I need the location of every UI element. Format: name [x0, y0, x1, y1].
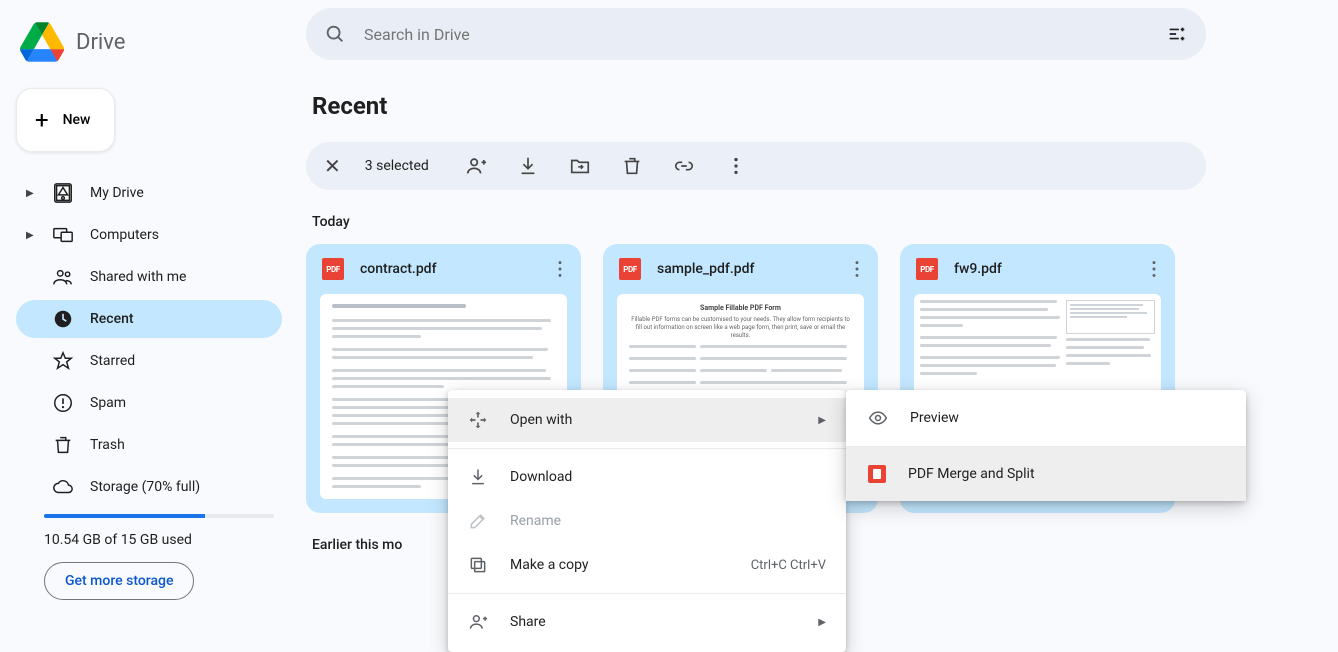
file-name: contract.pdf: [360, 261, 533, 277]
download-icon[interactable]: [517, 155, 539, 177]
nav-label: Shared with me: [90, 269, 186, 285]
nav-list: ▶ My Drive ▶ Computers Shared with me Re…: [16, 174, 282, 506]
file-name: sample_pdf.pdf: [657, 261, 830, 277]
search-icon: [324, 23, 346, 45]
ctx-shortcut: Ctrl+C Ctrl+V: [751, 558, 826, 573]
my-drive-icon: [52, 182, 74, 204]
nav-shared[interactable]: Shared with me: [16, 258, 282, 296]
chevron-right-icon: ▶: [818, 415, 826, 426]
ctx-label: Rename: [510, 513, 561, 529]
selection-toolbar: ✕ 3 selected: [306, 142, 1206, 190]
nav-label: My Drive: [90, 185, 144, 201]
filter-icon[interactable]: [1166, 23, 1188, 45]
cloud-icon: [52, 476, 74, 498]
section-today: Today: [312, 214, 1314, 230]
search-input[interactable]: [364, 25, 1166, 44]
clear-selection-button[interactable]: ✕: [324, 154, 341, 178]
file-more-icon[interactable]: [549, 258, 571, 280]
ctx-open-with[interactable]: Open with ▶: [448, 398, 846, 442]
storage-bar-fill: [44, 514, 205, 518]
nav-my-drive[interactable]: ▶ My Drive: [16, 174, 282, 212]
file-more-icon[interactable]: [846, 258, 868, 280]
new-button-label: New: [63, 112, 91, 128]
plus-icon: +: [35, 108, 49, 132]
pdf-app-icon: [868, 465, 886, 483]
ctx-rename: Rename: [448, 499, 846, 543]
ctx-label: Share: [510, 614, 546, 630]
star-icon: [52, 350, 74, 372]
nav-spam[interactable]: Spam: [16, 384, 282, 422]
ctx-label: PDF Merge and Split: [908, 466, 1035, 482]
thumb-sub: Fillable PDF forms can be customised to …: [629, 316, 852, 339]
spam-icon: [52, 392, 74, 414]
nav-label: Storage (70% full): [90, 479, 200, 495]
nav-label: Recent: [90, 311, 134, 327]
nav-computers[interactable]: ▶ Computers: [16, 216, 282, 254]
app-logo-row[interactable]: Drive: [16, 8, 282, 82]
app-name: Drive: [76, 30, 125, 55]
open-with-icon: [468, 410, 488, 430]
ctx-label: Make a copy: [510, 557, 589, 573]
context-menu: Open with ▶ Download Rename Make a copy …: [448, 390, 846, 652]
more-icon[interactable]: [725, 155, 747, 177]
ctx-pdf-merge[interactable]: PDF Merge and Split: [846, 447, 1246, 501]
ctx-share[interactable]: Share ▶: [448, 600, 846, 644]
pdf-badge-icon: PDF: [619, 258, 641, 280]
ctx-label: Open with: [510, 412, 572, 428]
nav-label: Trash: [90, 437, 125, 453]
search-box[interactable]: [306, 8, 1206, 60]
computers-icon: [52, 224, 74, 246]
pdf-badge-icon: PDF: [322, 258, 344, 280]
rename-icon: [468, 511, 488, 531]
chevron-right-icon: ▶: [26, 188, 36, 199]
link-icon[interactable]: [673, 155, 695, 177]
chevron-right-icon: ▶: [26, 230, 36, 241]
nav-starred[interactable]: Starred: [16, 342, 282, 380]
ctx-download[interactable]: Download: [448, 455, 846, 499]
storage-used-text: 10.54 GB of 15 GB used: [44, 532, 274, 548]
recent-icon: [52, 308, 74, 330]
get-storage-button[interactable]: Get more storage: [44, 562, 194, 600]
shared-icon: [52, 266, 74, 288]
download-icon: [468, 467, 488, 487]
nav-label: Starred: [90, 353, 135, 369]
drive-logo-icon: [20, 22, 64, 62]
sidebar: Drive + New ▶ My Drive ▶ Computers Share…: [0, 0, 290, 632]
move-icon[interactable]: [569, 155, 591, 177]
page-title: Recent: [312, 92, 1314, 120]
chevron-right-icon: ▶: [818, 617, 826, 628]
nav-storage[interactable]: Storage (70% full): [16, 468, 282, 506]
storage-meter: 10.54 GB of 15 GB used Get more storage: [44, 514, 274, 600]
nav-label: Computers: [90, 227, 159, 243]
nav-trash[interactable]: Trash: [16, 426, 282, 464]
ctx-copy[interactable]: Make a copy Ctrl+C Ctrl+V: [448, 543, 846, 587]
file-more-icon[interactable]: [1143, 258, 1165, 280]
ctx-label: Download: [510, 469, 572, 485]
ctx-preview[interactable]: Preview: [846, 390, 1246, 446]
thumb-title: Sample Fillable PDF Form: [629, 304, 852, 312]
delete-icon[interactable]: [621, 155, 643, 177]
separator: [448, 593, 846, 594]
file-name: fw9.pdf: [954, 261, 1127, 277]
context-submenu: Preview PDF Merge and Split: [846, 390, 1246, 501]
nav-recent[interactable]: Recent: [16, 300, 282, 338]
selection-count: 3 selected: [365, 158, 429, 174]
new-button[interactable]: + New: [16, 88, 115, 152]
preview-icon: [868, 408, 888, 428]
pdf-badge-icon: PDF: [916, 258, 938, 280]
separator: [448, 448, 846, 449]
share-user-icon[interactable]: [465, 155, 487, 177]
ctx-label: Preview: [910, 410, 959, 426]
copy-icon: [468, 555, 488, 575]
share-icon: [468, 612, 488, 632]
trash-icon: [52, 434, 74, 456]
nav-label: Spam: [90, 395, 126, 411]
